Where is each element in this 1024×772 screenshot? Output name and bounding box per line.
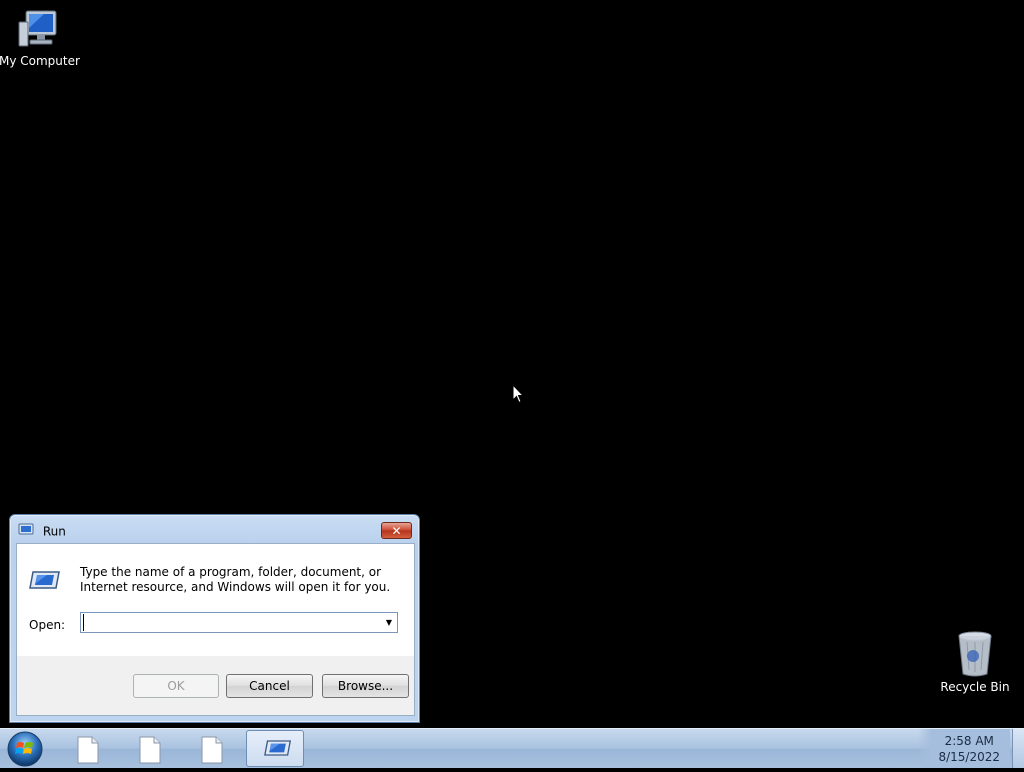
taskbar: 2:58 AM 8/15/2022 (0, 728, 1024, 768)
open-label: Open: (29, 618, 66, 632)
clock-date: 8/15/2022 (938, 750, 1000, 764)
run-dialog: Run ✕ Type the name of a program, folder… (9, 514, 420, 723)
desktop-icon-recycle-bin[interactable]: Recycle Bin (935, 630, 1015, 694)
close-button[interactable]: ✕ (381, 522, 412, 539)
desktop-icon-label: Recycle Bin (940, 680, 1010, 694)
clock-time: 2:58 AM (944, 734, 994, 748)
taskbar-item-document[interactable] (183, 730, 241, 767)
recycle-bin-icon (935, 630, 1015, 678)
taskbar-item-document[interactable] (121, 730, 179, 767)
run-icon (29, 568, 61, 596)
taskbar-item-run[interactable] (246, 730, 304, 767)
desktop-icon-my-computer[interactable]: My Computer (0, 8, 80, 68)
desktop-icon-label: My Computer (0, 54, 80, 68)
taskbar-item-document[interactable] (59, 730, 117, 767)
close-icon: ✕ (391, 524, 402, 538)
cancel-button[interactable]: Cancel (226, 674, 313, 698)
computer-icon (0, 8, 79, 52)
browse-button[interactable]: Browse... (322, 674, 409, 698)
windows-logo-icon (6, 731, 44, 772)
notification-area: 2:58 AM 8/15/2022 (918, 729, 1010, 768)
open-input[interactable] (83, 614, 380, 631)
show-desktop-button[interactable] (1012, 729, 1024, 768)
run-icon (18, 522, 34, 542)
dialog-body: Type the name of a program, folder, docu… (16, 543, 415, 716)
dialog-title: Run (42, 524, 66, 539)
clock[interactable]: 2:58 AM 8/15/2022 (938, 733, 1000, 765)
mouse-pointer-icon (512, 383, 525, 408)
dialog-content-area (17, 544, 414, 656)
open-combobox[interactable]: ▼ (80, 612, 398, 633)
dialog-description: Type the name of a program, folder, docu… (80, 565, 391, 594)
ok-button[interactable]: OK (133, 674, 219, 698)
chevron-down-icon[interactable]: ▼ (383, 617, 395, 629)
start-button[interactable] (6, 730, 44, 768)
title-bar: Run (18, 521, 66, 541)
